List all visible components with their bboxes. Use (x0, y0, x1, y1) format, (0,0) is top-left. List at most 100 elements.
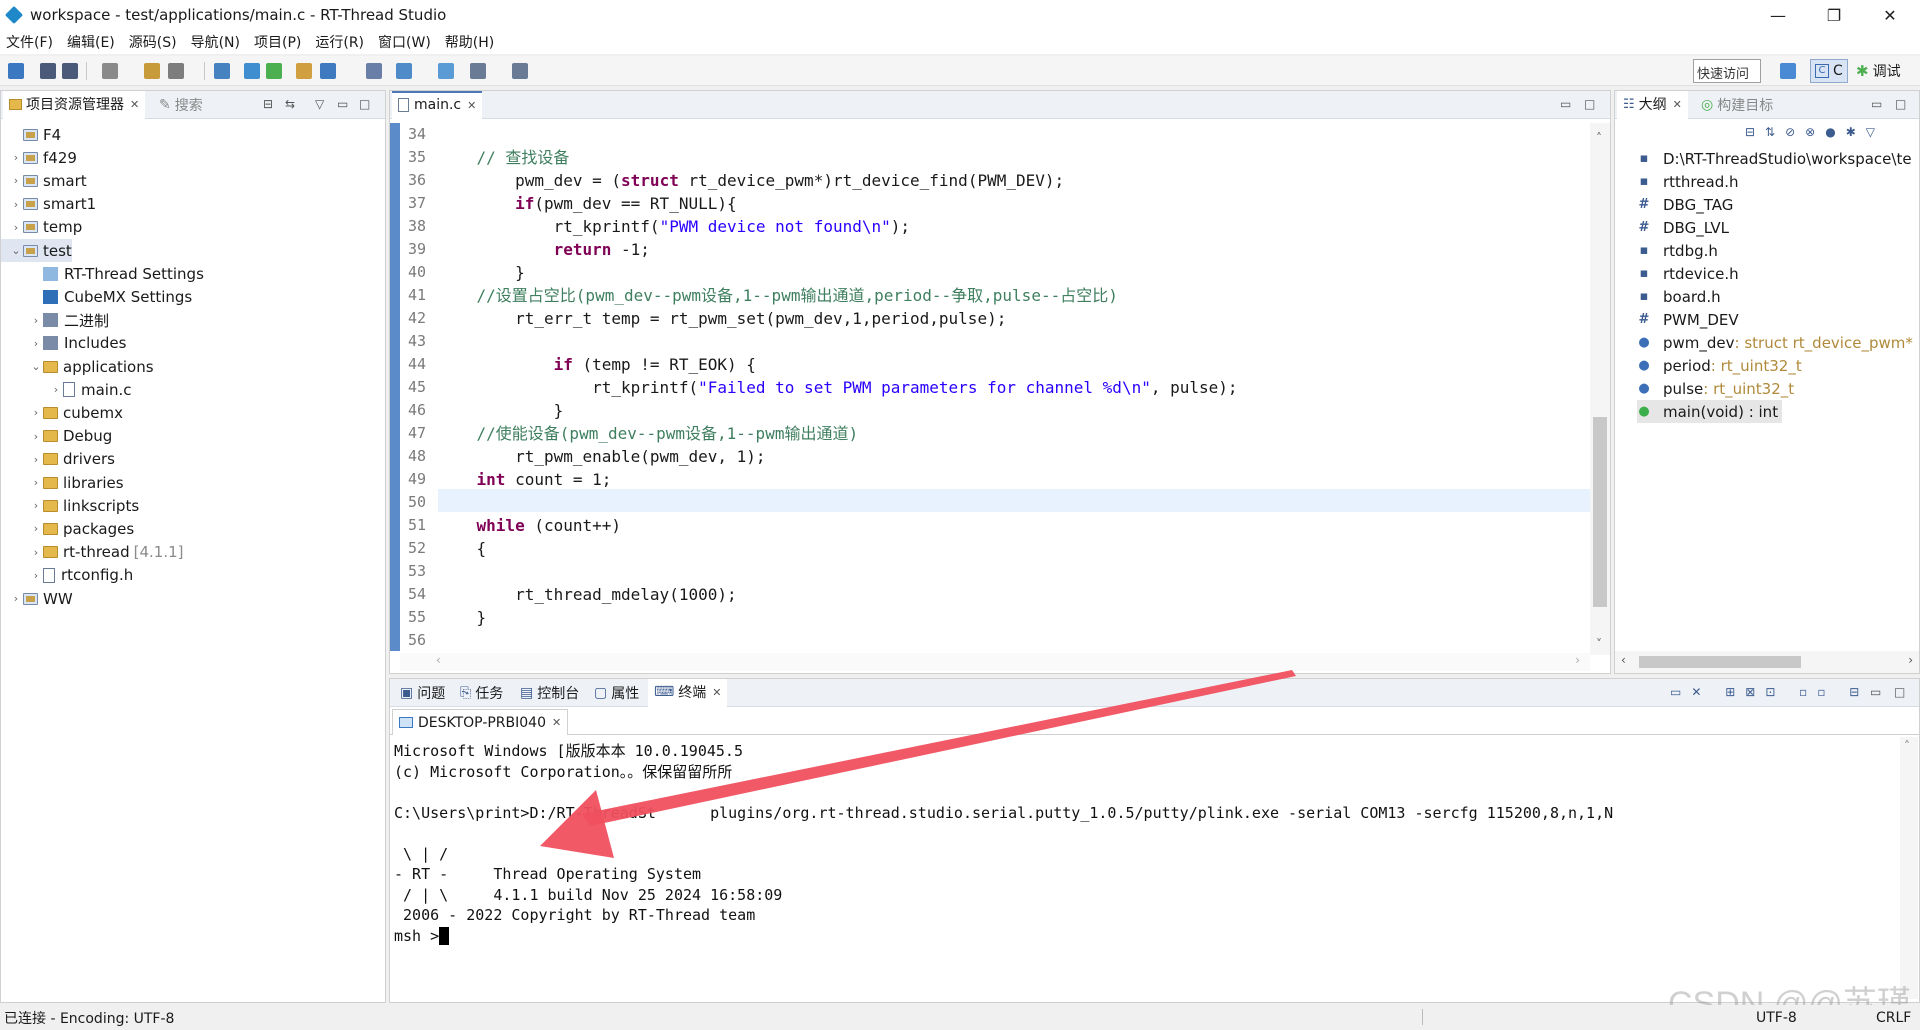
close-icon[interactable]: ✕ (552, 716, 561, 729)
search-icon[interactable] (320, 63, 336, 79)
debug-icon[interactable] (266, 63, 282, 79)
tree-item-debug[interactable]: › Debug (1, 425, 113, 448)
save-all-icon[interactable] (62, 63, 78, 79)
rebuild-icon[interactable] (144, 63, 160, 79)
tree-item-test[interactable]: ⌄ test (1, 239, 72, 262)
layers-icon[interactable] (438, 63, 454, 79)
new-icon[interactable] (8, 63, 24, 79)
code-line[interactable]: pwm_dev = (struct rt_device_pwm*)rt_devi… (438, 169, 1064, 192)
outline-item[interactable]: # DBG_LVL (1637, 216, 1729, 239)
maximize-view-icon[interactable]: □ (1894, 685, 1905, 699)
tree-item-f429[interactable]: › f429 (1, 146, 77, 169)
view-menu-icon[interactable]: ▽ (315, 97, 324, 111)
forward-icon[interactable] (512, 63, 528, 79)
tree-item-cubemx[interactable]: › cubemx (1, 401, 123, 424)
chevron-icon[interactable]: ⌄ (9, 244, 23, 257)
outline-item[interactable]: ● pwm_dev : struct rt_device_pwm* (1637, 331, 1913, 354)
maximize-view-icon[interactable]: □ (1895, 97, 1906, 111)
download-icon[interactable] (214, 63, 230, 79)
menu-item[interactable]: 编辑(E) (67, 32, 115, 52)
perspective-debug-button[interactable]: ✱ 调试 (1856, 59, 1901, 83)
chevron-icon[interactable]: › (9, 198, 23, 211)
maximize-view-icon[interactable]: □ (1584, 97, 1595, 111)
code-line[interactable]: return -1; (438, 238, 650, 261)
code-line[interactable]: rt_kprintf("PWM device not found\n"); (438, 215, 910, 238)
chevron-icon[interactable]: › (9, 221, 23, 234)
code-line[interactable]: } (438, 606, 487, 629)
outline-item[interactable]: ▪ D:\RT-ThreadStudio\workspace\te (1637, 147, 1912, 170)
editor-horizontal-scrollbar[interactable]: ‹ › (400, 653, 1590, 671)
chevron-icon[interactable]: › (9, 174, 23, 187)
tab-terminal-session[interactable]: DESKTOP-PRBI040 ✕ (392, 709, 569, 735)
close-icon[interactable]: ✕ (467, 99, 476, 112)
code-area[interactable]: 34 35 // 查找设备 36 pwm_dev = (struct rt_devi… (400, 123, 1590, 653)
close-button[interactable]: ✕ (1862, 0, 1918, 30)
tree-item-rt-thread[interactable]: › rt-thread [4.1.1] (1, 541, 184, 564)
menu-item[interactable]: 运行(R) (315, 32, 364, 52)
code-line[interactable]: while (count++) (438, 514, 622, 537)
tree-item-rtconfig-h[interactable]: › rtconfig.h (1, 564, 133, 587)
tree-item-drivers[interactable]: › drivers (1, 448, 115, 471)
tab-outline[interactable]: ☷ 大纲 ✕ (1617, 91, 1688, 119)
chevron-icon[interactable]: › (29, 476, 43, 489)
code-line[interactable]: } (438, 261, 525, 284)
outline-toolbar[interactable]: ⊟⇅⊘⊗●✱▽ (1745, 125, 1905, 143)
chevron-icon[interactable]: › (49, 383, 63, 396)
code-line[interactable]: rt_err_t temp = rt_pwm_set(pwm_dev,1,per… (438, 307, 1006, 330)
restore-button[interactable]: ❐ (1806, 0, 1862, 30)
tree-item-libraries[interactable]: › libraries (1, 471, 124, 494)
close-icon[interactable]: ✕ (130, 98, 139, 111)
tab-console[interactable]: ▤ 控制台 (514, 679, 585, 707)
tab-project-explorer[interactable]: 项目资源管理器 ✕ (3, 91, 146, 119)
tree-item-packages[interactable]: › packages (1, 517, 134, 540)
code-line[interactable]: if (temp != RT_EOK) { (438, 353, 756, 376)
tab-problems[interactable]: ▣ 问题 (394, 679, 451, 707)
tree-item-linkscripts[interactable]: › linkscripts (1, 494, 139, 517)
outline-horizontal-scrollbar[interactable]: ‹ › (1615, 651, 1919, 673)
chevron-icon[interactable]: › (29, 453, 43, 466)
tab-build-targets[interactable]: ◎ 构建目标 (1695, 91, 1779, 119)
sdk-icon[interactable] (296, 63, 312, 79)
menu-item[interactable]: 源码(S) (129, 32, 177, 52)
chevron-icon[interactable]: › (29, 337, 43, 350)
tree-item-applications[interactable]: ⌄ applications (1, 355, 153, 378)
format-icon[interactable] (396, 63, 412, 79)
code-line[interactable]: rt_kprintf("Failed to set PWM parameters… (438, 376, 1237, 399)
menu-item[interactable]: 窗口(W) (378, 32, 431, 52)
chevron-icon[interactable]: › (29, 569, 43, 582)
menu-item[interactable]: 帮助(H) (445, 32, 494, 52)
tree-item-ww[interactable]: › WW (1, 587, 73, 610)
code-line[interactable]: rt_pwm_enable(pwm_dev, 1); (438, 445, 765, 468)
tree-item-cubemx-settings[interactable]: CubeMX Settings (1, 285, 192, 308)
open-perspective-icon[interactable] (1780, 63, 1796, 79)
tree-item-rt-thread-settings[interactable]: RT-Thread Settings (1, 262, 204, 285)
terminal-icon[interactable] (366, 63, 382, 79)
outline-item[interactable]: ▪ board.h (1637, 285, 1721, 308)
clean-icon[interactable] (168, 63, 184, 79)
terminal-toolbar[interactable]: ▭✕ ⊞⊠⊡ ▫▫ ⊟ (1670, 685, 1869, 699)
menu-item[interactable]: 导航(N) (191, 32, 240, 52)
minimize-view-icon[interactable]: ▭ (1560, 97, 1571, 111)
tree-item-f4[interactable]: F4 (1, 123, 61, 146)
outline-item[interactable]: ● period : rt_uint32_t (1637, 354, 1801, 377)
tree-item-smart[interactable]: › smart (1, 169, 87, 192)
code-line[interactable]: //使能设备(pwm_dev--pwm设备,1--pwm输出通道) (438, 422, 859, 445)
terminal-scrollbar[interactable]: ˄ (1900, 737, 1918, 999)
tree-item-temp[interactable]: › temp (1, 216, 82, 239)
code-line[interactable]: if(pwm_dev == RT_NULL){ (438, 192, 737, 215)
scroll-thumb[interactable] (1593, 417, 1607, 607)
terminal-output[interactable]: Microsoft Windows [版版本本 10.0.19045.5 (c) … (390, 737, 1898, 999)
outline-item[interactable]: ▪ rtdbg.h (1637, 239, 1718, 262)
maximize-view-icon[interactable]: □ (359, 97, 370, 111)
settings-icon[interactable] (244, 63, 260, 79)
minimize-button[interactable]: — (1750, 0, 1806, 30)
link-editor-icon[interactable]: ⇆ (285, 97, 295, 111)
tab-tasks[interactable]: ⎘ 任务 (454, 679, 509, 707)
build-icon[interactable] (102, 63, 118, 79)
quick-access-field[interactable]: 快速访问 (1693, 59, 1761, 83)
tree-item-smart1[interactable]: › smart1 (1, 193, 96, 216)
save-icon[interactable] (40, 63, 56, 79)
chevron-icon[interactable]: › (29, 314, 43, 327)
tab-search[interactable]: ✎ 搜索 (153, 91, 209, 119)
tab-main-c[interactable]: main.c ✕ (392, 91, 483, 119)
